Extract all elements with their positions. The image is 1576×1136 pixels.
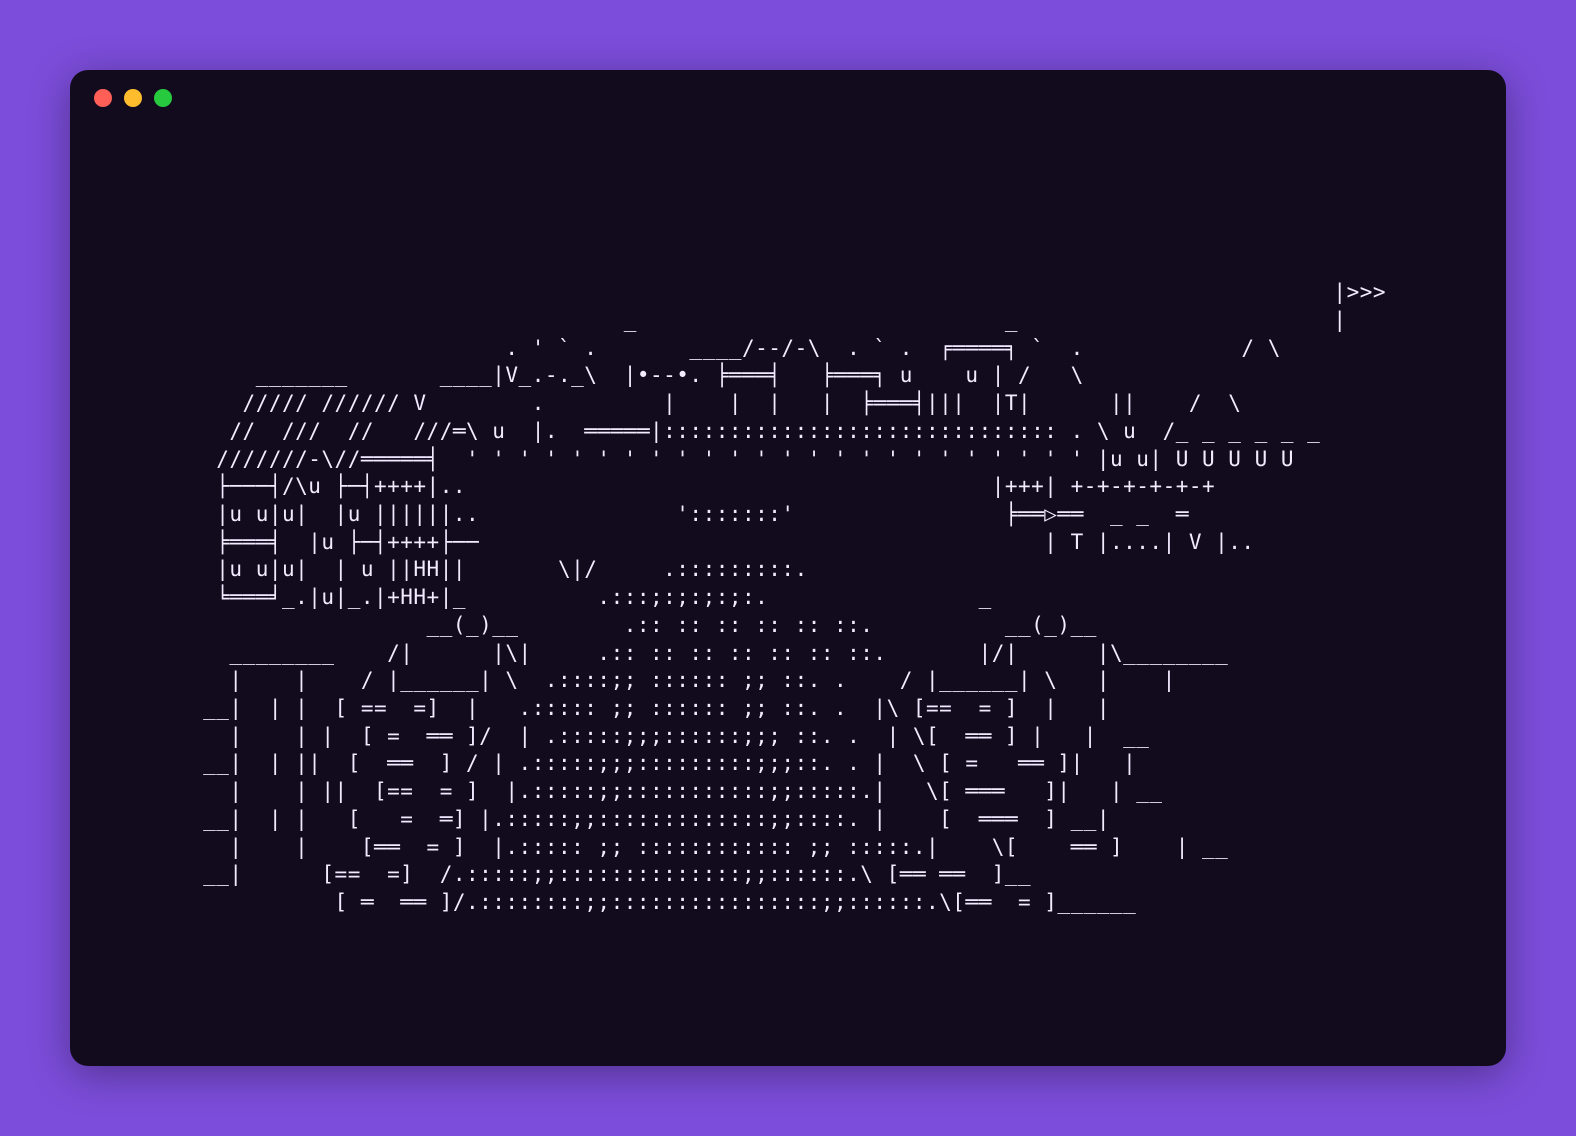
terminal-body: |>>> _ _ | . ' ` . ____/--/-\ . ` . ╒═══… (70, 150, 1506, 1046)
zoom-icon[interactable] (154, 89, 172, 107)
close-icon[interactable] (94, 89, 112, 107)
window-titlebar (70, 70, 1506, 126)
minimize-icon[interactable] (124, 89, 142, 107)
terminal-window: |>>> _ _ | . ' ` . ____/--/-\ . ` . ╒═══… (70, 70, 1506, 1066)
ascii-art: |>>> _ _ | . ' ` . ____/--/-\ . ` . ╒═══… (190, 279, 1386, 917)
